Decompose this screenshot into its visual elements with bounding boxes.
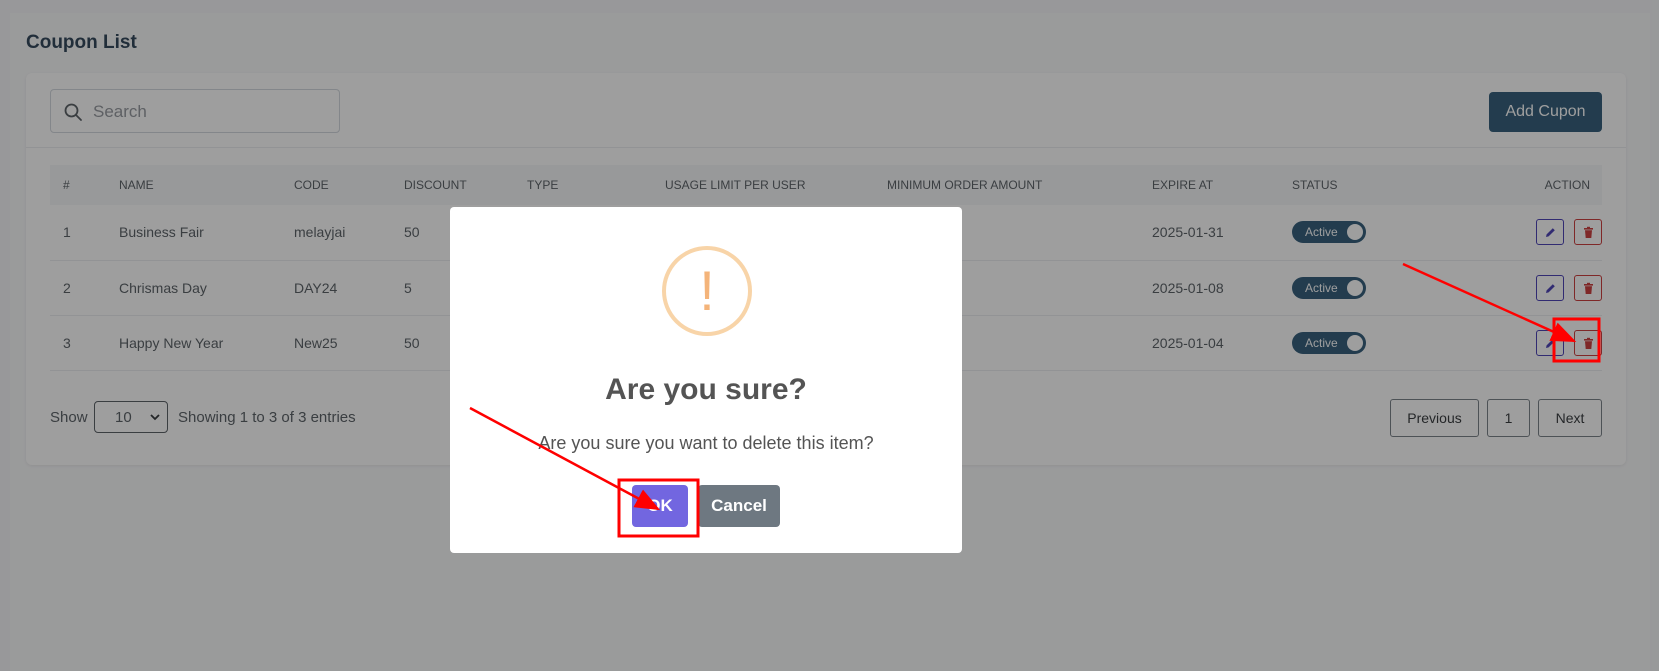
ok-button[interactable]: OK: [632, 485, 688, 527]
coupon-page: Coupon List Add Cupon # NAME CODE DISCOU…: [0, 0, 1659, 671]
dialog-title: Are you sure?: [605, 373, 807, 406]
warning-icon: !: [662, 246, 752, 336]
confirm-dialog: ! Are you sure? Are you sure you want to…: [450, 207, 962, 553]
warning-icon-glyph: !: [699, 259, 715, 322]
dialog-message: Are you sure you want to delete this ite…: [538, 433, 874, 453]
cancel-button[interactable]: Cancel: [698, 485, 780, 527]
